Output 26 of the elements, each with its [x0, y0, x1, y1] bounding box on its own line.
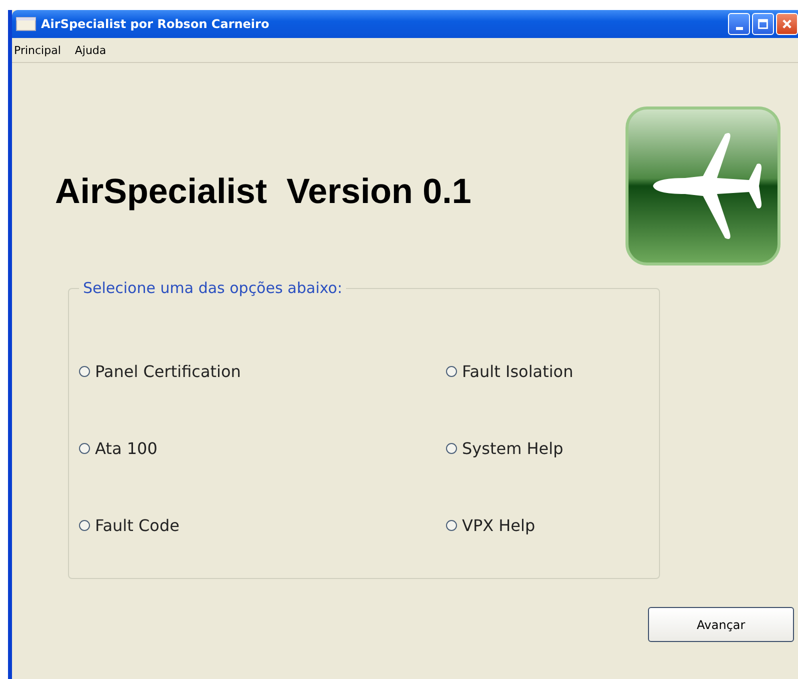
group-legend: Selecione uma das opções abaixo: [79, 279, 346, 297]
radio-circle[interactable] [446, 443, 457, 454]
window-title: AirSpecialist por Robson Carneiro [41, 17, 270, 31]
radio-option[interactable]: VPX Help [446, 516, 649, 535]
app-heading: AirSpecialist Version 0.1 [55, 171, 472, 212]
menu-item[interactable]: Principal [14, 44, 61, 56]
radio-circle[interactable] [446, 520, 457, 531]
minimize-button[interactable] [728, 13, 750, 35]
radio-option[interactable]: Fault Code [79, 516, 446, 535]
next-button[interactable]: Avançar [648, 607, 794, 642]
radio-circle[interactable] [446, 366, 457, 377]
airplane-logo-icon [625, 106, 781, 266]
maximize-button[interactable] [752, 13, 774, 35]
radio-option[interactable]: Panel Certification [79, 362, 446, 381]
window-icon [16, 17, 36, 31]
radio-option[interactable]: Fault Isolation [446, 362, 649, 381]
maximize-icon [757, 18, 769, 30]
radio-circle[interactable] [79, 366, 90, 377]
menu-item[interactable]: Ajuda [74, 44, 106, 56]
minimize-icon [736, 27, 742, 30]
close-button[interactable] [776, 13, 798, 35]
radio-option[interactable]: Ata 100 [79, 439, 446, 458]
radio-circle[interactable] [79, 443, 90, 454]
radio-circle[interactable] [79, 520, 90, 531]
radio-option[interactable]: System Help [446, 439, 649, 458]
close-icon [781, 18, 793, 30]
